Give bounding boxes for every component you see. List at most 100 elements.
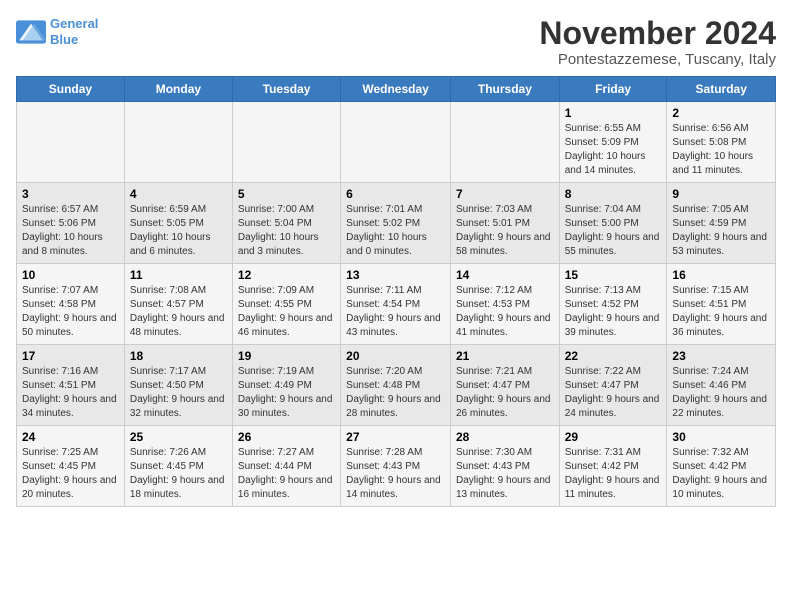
calendar-cell: 2 Sunrise: 6:56 AM Sunset: 5:08 PM Daylig…	[667, 102, 776, 183]
day-info: Sunrise: 7:25 AM Sunset: 4:45 PM Dayligh…	[22, 446, 119, 502]
calendar-cell: 15 Sunrise: 7:13 AM Sunset: 4:52 PM Dayli…	[559, 264, 667, 345]
calendar-header: SundayMondayTuesdayWednesdayThursdayFrid…	[17, 77, 776, 102]
calendar-body: 1 Sunrise: 6:55 AM Sunset: 5:09 PM Daylig…	[17, 102, 776, 507]
day-number: 7	[456, 187, 554, 201]
weekday-header-saturday: Saturday	[667, 77, 776, 102]
day-info: Sunrise: 7:20 AM Sunset: 4:48 PM Dayligh…	[346, 365, 445, 421]
calendar-cell: 30 Sunrise: 7:32 AM Sunset: 4:42 PM Dayli…	[667, 426, 776, 507]
day-info: Sunrise: 7:08 AM Sunset: 4:57 PM Dayligh…	[130, 284, 227, 340]
day-number: 26	[238, 430, 335, 444]
calendar-week-5: 24Sunrise: 7:25 AM Sunset: 4:45 PM Dayli…	[17, 426, 776, 507]
day-info: Sunrise: 7:15 AM Sunset: 4:51 PM Dayligh…	[672, 284, 770, 340]
day-info: Sunrise: 7:21 AM Sunset: 4:47 PM Dayligh…	[456, 365, 554, 421]
calendar-cell	[17, 102, 125, 183]
logo-line1: General	[50, 16, 98, 31]
day-number: 22	[565, 349, 662, 363]
logo-icon	[16, 20, 46, 44]
calendar-cell: 8 Sunrise: 7:04 AM Sunset: 5:00 PM Daylig…	[559, 183, 667, 264]
location-subtitle: Pontestazzemese, Tuscany, Italy	[539, 51, 776, 68]
day-number: 12	[238, 268, 335, 282]
day-number: 30	[672, 430, 770, 444]
weekday-header-monday: Monday	[124, 77, 232, 102]
day-number: 1	[565, 106, 662, 120]
day-number: 16	[672, 268, 770, 282]
day-number: 8	[565, 187, 662, 201]
day-info: Sunrise: 7:31 AM Sunset: 4:42 PM Dayligh…	[565, 446, 662, 502]
weekday-header-wednesday: Wednesday	[341, 77, 451, 102]
calendar-cell: 20 Sunrise: 7:20 AM Sunset: 4:48 PM Dayli…	[341, 345, 451, 426]
calendar-cell: 16 Sunrise: 7:15 AM Sunset: 4:51 PM Dayli…	[667, 264, 776, 345]
calendar-cell: 25Sunrise: 7:26 AM Sunset: 4:45 PM Dayli…	[124, 426, 232, 507]
day-info: Sunrise: 6:56 AM Sunset: 5:08 PM Dayligh…	[672, 122, 770, 178]
logo-text: General Blue	[50, 16, 98, 47]
day-info: Sunrise: 7:16 AM Sunset: 4:51 PM Dayligh…	[22, 365, 119, 421]
day-number: 19	[238, 349, 335, 363]
day-number: 14	[456, 268, 554, 282]
weekday-header-thursday: Thursday	[450, 77, 559, 102]
calendar-cell: 29 Sunrise: 7:31 AM Sunset: 4:42 PM Dayli…	[559, 426, 667, 507]
title-area: November 2024 Pontestazzemese, Tuscany, …	[539, 16, 776, 68]
day-info: Sunrise: 7:00 AM Sunset: 5:04 PM Dayligh…	[238, 203, 335, 259]
day-number: 6	[346, 187, 445, 201]
weekday-header-tuesday: Tuesday	[232, 77, 340, 102]
day-number: 15	[565, 268, 662, 282]
calendar-cell: 22 Sunrise: 7:22 AM Sunset: 4:47 PM Dayli…	[559, 345, 667, 426]
day-number: 27	[346, 430, 445, 444]
calendar-cell: 21Sunrise: 7:21 AM Sunset: 4:47 PM Dayli…	[450, 345, 559, 426]
calendar-cell: 5 Sunrise: 7:00 AM Sunset: 5:04 PM Daylig…	[232, 183, 340, 264]
calendar-cell: 27 Sunrise: 7:28 AM Sunset: 4:43 PM Dayli…	[341, 426, 451, 507]
calendar-cell: 14 Sunrise: 7:12 AM Sunset: 4:53 PM Dayli…	[450, 264, 559, 345]
calendar-cell	[124, 102, 232, 183]
calendar-cell: 10 Sunrise: 7:07 AM Sunset: 4:58 PM Dayli…	[17, 264, 125, 345]
logo-line2: Blue	[50, 32, 78, 47]
day-number: 25	[130, 430, 227, 444]
day-info: Sunrise: 7:28 AM Sunset: 4:43 PM Dayligh…	[346, 446, 445, 502]
calendar-week-1: 1 Sunrise: 6:55 AM Sunset: 5:09 PM Daylig…	[17, 102, 776, 183]
day-info: Sunrise: 7:11 AM Sunset: 4:54 PM Dayligh…	[346, 284, 445, 340]
calendar-cell: 19Sunrise: 7:19 AM Sunset: 4:49 PM Dayli…	[232, 345, 340, 426]
day-info: Sunrise: 7:07 AM Sunset: 4:58 PM Dayligh…	[22, 284, 119, 340]
calendar-cell: 6 Sunrise: 7:01 AM Sunset: 5:02 PM Daylig…	[341, 183, 451, 264]
calendar-cell	[232, 102, 340, 183]
day-info: Sunrise: 7:32 AM Sunset: 4:42 PM Dayligh…	[672, 446, 770, 502]
weekday-header-row: SundayMondayTuesdayWednesdayThursdayFrid…	[17, 77, 776, 102]
calendar-cell: 17Sunrise: 7:16 AM Sunset: 4:51 PM Dayli…	[17, 345, 125, 426]
logo: General Blue	[16, 16, 98, 47]
day-number: 28	[456, 430, 554, 444]
calendar-cell: 11Sunrise: 7:08 AM Sunset: 4:57 PM Dayli…	[124, 264, 232, 345]
day-info: Sunrise: 7:27 AM Sunset: 4:44 PM Dayligh…	[238, 446, 335, 502]
day-number: 3	[22, 187, 119, 201]
calendar-cell: 9 Sunrise: 7:05 AM Sunset: 4:59 PM Daylig…	[667, 183, 776, 264]
month-title: November 2024	[539, 16, 776, 51]
calendar-cell: 26 Sunrise: 7:27 AM Sunset: 4:44 PM Dayli…	[232, 426, 340, 507]
day-number: 4	[130, 187, 227, 201]
calendar-cell: 3 Sunrise: 6:57 AM Sunset: 5:06 PM Daylig…	[17, 183, 125, 264]
calendar-cell: 18Sunrise: 7:17 AM Sunset: 4:50 PM Dayli…	[124, 345, 232, 426]
calendar-cell: 7Sunrise: 7:03 AM Sunset: 5:01 PM Daylig…	[450, 183, 559, 264]
calendar-cell	[450, 102, 559, 183]
day-number: 29	[565, 430, 662, 444]
calendar-cell: 28 Sunrise: 7:30 AM Sunset: 4:43 PM Dayli…	[450, 426, 559, 507]
day-info: Sunrise: 6:55 AM Sunset: 5:09 PM Dayligh…	[565, 122, 662, 178]
day-info: Sunrise: 7:13 AM Sunset: 4:52 PM Dayligh…	[565, 284, 662, 340]
day-number: 5	[238, 187, 335, 201]
day-number: 9	[672, 187, 770, 201]
day-number: 20	[346, 349, 445, 363]
day-info: Sunrise: 6:57 AM Sunset: 5:06 PM Dayligh…	[22, 203, 119, 259]
calendar-cell: 4Sunrise: 6:59 AM Sunset: 5:05 PM Daylig…	[124, 183, 232, 264]
calendar-table: SundayMondayTuesdayWednesdayThursdayFrid…	[16, 76, 776, 507]
day-number: 18	[130, 349, 227, 363]
day-info: Sunrise: 7:30 AM Sunset: 4:43 PM Dayligh…	[456, 446, 554, 502]
day-info: Sunrise: 7:12 AM Sunset: 4:53 PM Dayligh…	[456, 284, 554, 340]
calendar-cell: 23Sunrise: 7:24 AM Sunset: 4:46 PM Dayli…	[667, 345, 776, 426]
day-info: Sunrise: 7:04 AM Sunset: 5:00 PM Dayligh…	[565, 203, 662, 259]
weekday-header-friday: Friday	[559, 77, 667, 102]
day-info: Sunrise: 7:09 AM Sunset: 4:55 PM Dayligh…	[238, 284, 335, 340]
calendar-week-2: 3 Sunrise: 6:57 AM Sunset: 5:06 PM Daylig…	[17, 183, 776, 264]
day-info: Sunrise: 7:22 AM Sunset: 4:47 PM Dayligh…	[565, 365, 662, 421]
day-number: 2	[672, 106, 770, 120]
calendar-cell: 13Sunrise: 7:11 AM Sunset: 4:54 PM Dayli…	[341, 264, 451, 345]
day-info: Sunrise: 7:01 AM Sunset: 5:02 PM Dayligh…	[346, 203, 445, 259]
day-info: Sunrise: 7:05 AM Sunset: 4:59 PM Dayligh…	[672, 203, 770, 259]
day-number: 10	[22, 268, 119, 282]
